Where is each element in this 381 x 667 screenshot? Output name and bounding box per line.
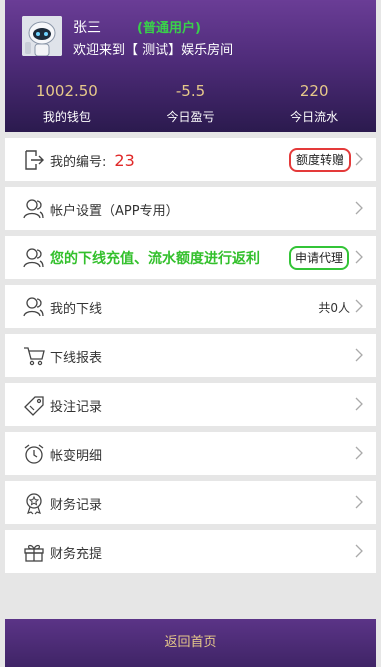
- gift-icon: [24, 544, 44, 562]
- chevron-right-icon: [355, 152, 363, 166]
- account-changes-label: 帐变明细: [50, 449, 103, 464]
- stat-wallet-label: 我的钱包: [42, 110, 91, 124]
- stat-wallet-value: 1002.50: [35, 82, 98, 100]
- chevron-right-icon: [355, 348, 363, 362]
- chevron-right-icon: [355, 250, 363, 264]
- chevron-right-icon: [355, 495, 363, 509]
- account-settings-label: 帐户设置（APP专用）: [50, 204, 179, 219]
- username: 张三: [73, 20, 101, 36]
- stat-today-pnl-label: 今日盈亏: [166, 110, 215, 124]
- promo-marquee: 您的下线充值、流水额度进行返利: [50, 251, 260, 267]
- page: 张三 (普通用户) 欢迎来到【 测试】娱乐房间 1002.50 我的钱包 -5.…: [5, 0, 376, 667]
- chevron-right-icon: [355, 446, 363, 460]
- my-number-label: 我的编号: 23: [50, 151, 135, 170]
- stats-bar: 1002.50 我的钱包 -5.5 今日盈亏 220 今日流水: [5, 73, 376, 132]
- chevron-right-icon: [355, 299, 363, 313]
- alarm-clock-icon: [24, 444, 44, 464]
- bet-records-label: 投注记录: [50, 400, 103, 415]
- menu-item-my-number[interactable]: 我的编号: 23 额度转赠: [5, 138, 376, 181]
- menu-item-finance-recharge[interactable]: 财务充提: [5, 530, 376, 573]
- stat-today-turnover[interactable]: 220 今日流水: [252, 73, 376, 132]
- avatar: [22, 16, 62, 56]
- transfer-button[interactable]: 额度转赠: [289, 148, 352, 172]
- stat-today-turnover-value: 220: [299, 82, 329, 100]
- user-type-badge: (普通用户): [137, 21, 201, 36]
- menu-item-bet-records[interactable]: 投注记录: [5, 383, 376, 426]
- menu-item-agent-promo[interactable]: 您的下线充值、流水额度进行返利 申请代理: [5, 236, 376, 279]
- welcome-text: 欢迎来到【 测试】娱乐房间: [73, 43, 234, 58]
- medal-icon: [26, 493, 42, 515]
- users-icon: [23, 297, 44, 317]
- apply-agent-button[interactable]: 申请代理: [289, 246, 350, 270]
- chevron-right-icon: [355, 544, 363, 558]
- downline-report-label: 下线报表: [50, 351, 103, 366]
- menu-item-account-settings[interactable]: 帐户设置（APP专用）: [5, 187, 376, 230]
- menu-item-my-downline[interactable]: 我的下线 共0人: [5, 285, 376, 328]
- chevron-right-icon: [355, 201, 363, 215]
- my-downline-label: 我的下线: [50, 302, 103, 317]
- finance-records-label: 财务记录: [50, 498, 103, 513]
- robot-avatar-icon: [22, 16, 62, 56]
- my-number-text: 我的编号:: [50, 155, 107, 170]
- ticket-icon: [24, 396, 44, 416]
- downline-count: 共0人: [318, 301, 350, 315]
- user-header: 张三 (普通用户) 欢迎来到【 测试】娱乐房间 1002.50 我的钱包 -5.…: [5, 0, 376, 132]
- finance-recharge-label: 财务充提: [50, 547, 103, 562]
- stat-today-pnl[interactable]: -5.5 今日盈亏: [129, 73, 253, 132]
- menu-item-finance-records[interactable]: 财务记录: [5, 481, 376, 524]
- stat-wallet[interactable]: 1002.50 我的钱包: [5, 73, 129, 132]
- user-icon: [23, 248, 44, 268]
- user-icon: [23, 199, 44, 219]
- menu-item-account-changes[interactable]: 帐变明细: [5, 432, 376, 475]
- stat-today-pnl-value: -5.5: [175, 82, 206, 100]
- stat-today-turnover-label: 今日流水: [290, 110, 339, 124]
- chevron-right-icon: [355, 397, 363, 411]
- logout-icon: [25, 150, 44, 170]
- my-number-value: 23: [114, 151, 135, 170]
- back-home-button[interactable]: 返回首页: [5, 619, 376, 667]
- menu-item-downline-report[interactable]: 下线报表: [5, 334, 376, 377]
- cart-icon: [24, 347, 45, 366]
